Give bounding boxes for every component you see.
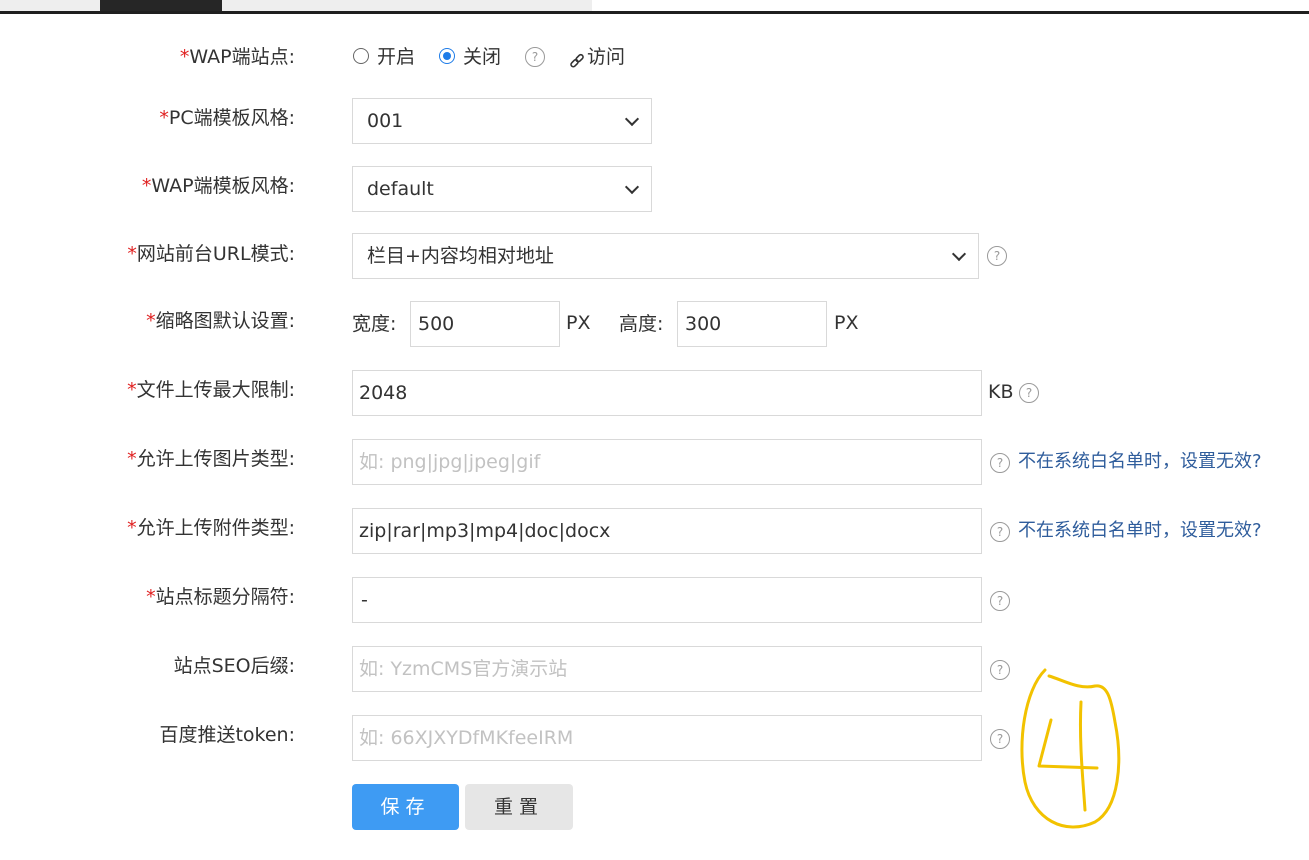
tab-underline — [0, 11, 1309, 14]
visit-link-text[interactable]: 访问 — [587, 46, 625, 68]
title-sep-label: *站点标题分隔符: — [146, 584, 295, 610]
help-icon[interactable]: ? — [987, 246, 1007, 266]
required-mark: * — [179, 46, 190, 68]
help-icon[interactable]: ? — [990, 729, 1010, 749]
required-mark: * — [146, 586, 156, 608]
baidu-token-label: 百度推送token: — [159, 724, 295, 746]
attach-types-tip[interactable]: 不在系统白名单时，设置无效? — [1018, 518, 1262, 544]
wap-site-on-radio[interactable] — [353, 48, 369, 64]
help-icon[interactable]: ? — [1019, 383, 1039, 403]
label-text: 文件上传最大限制: — [136, 379, 295, 401]
thumb-width-input[interactable]: 500 — [410, 301, 560, 347]
label-text: 允许上传附件类型: — [136, 517, 295, 539]
required-mark: * — [127, 517, 137, 539]
required-mark: * — [127, 448, 137, 470]
url-mode-select[interactable]: 栏目+内容均相对地址 — [352, 233, 979, 279]
link-icon — [569, 50, 585, 68]
label-text: PC端模板风格: — [168, 107, 295, 129]
help-icon[interactable]: ? — [990, 522, 1010, 542]
help-icon[interactable]: ? — [990, 591, 1010, 611]
top-tab-strip — [0, 0, 1309, 14]
wap-template-select[interactable]: default — [352, 166, 652, 212]
help-icon[interactable]: ? — [990, 453, 1010, 473]
chevron-down-icon — [624, 179, 640, 195]
required-mark: * — [127, 243, 137, 265]
chevron-down-icon — [951, 246, 967, 262]
label-text: WAP端站点: — [189, 46, 295, 68]
title-sep-input[interactable]: - — [352, 577, 982, 623]
chevron-down-icon — [624, 111, 640, 127]
label-text: 网站前台URL模式: — [136, 243, 295, 265]
attach-types-input[interactable]: zip|rar|mp3|mp4|doc|docx — [352, 508, 982, 554]
handwritten-annotation — [1020, 668, 1121, 829]
url-mode-value: 栏目+内容均相对地址 — [367, 245, 554, 267]
reset-button[interactable]: 重置 — [465, 784, 573, 830]
img-types-tip[interactable]: 不在系统白名单时，设置无效? — [1018, 449, 1262, 475]
pc-template-label: *PC端模板风格: — [159, 105, 295, 131]
wap-template-label: *WAP端模板风格: — [142, 173, 295, 199]
save-button[interactable]: 保存 — [352, 784, 459, 830]
img-types-label: *允许上传图片类型: — [127, 446, 295, 472]
thumb-height-label: 高度: — [619, 313, 664, 335]
label-text: 缩略图默认设置: — [155, 310, 295, 332]
img-types-input[interactable]: 如: png|jpg|jpeg|gif — [352, 439, 982, 485]
wap-site-label: *WAP端站点: — [180, 44, 295, 70]
wap-site-off-radio[interactable] — [439, 48, 455, 64]
thumb-width-unit: PX — [566, 312, 591, 334]
label-text: 允许上传图片类型: — [136, 448, 295, 470]
required-mark: * — [159, 107, 169, 129]
url-mode-label: *网站前台URL模式: — [127, 241, 295, 267]
attach-types-label: *允许上传附件类型: — [127, 515, 295, 541]
thumb-height-input[interactable]: 300 — [677, 301, 827, 347]
upload-max-label: *文件上传最大限制: — [127, 377, 295, 403]
upload-max-input[interactable]: 2048 — [352, 370, 982, 416]
label-text: WAP端模板风格: — [151, 175, 295, 197]
pc-template-select[interactable]: 001 — [352, 98, 652, 144]
wap-site-on-label[interactable]: 开启 — [377, 44, 415, 70]
visit-link[interactable]: 访问 — [569, 44, 625, 70]
pc-template-value: 001 — [367, 110, 404, 132]
upload-max-unit: KB — [988, 381, 1014, 403]
required-mark: * — [146, 310, 156, 332]
label-text: 站点标题分隔符: — [155, 586, 295, 608]
required-mark: * — [127, 379, 137, 401]
thumb-height-unit: PX — [834, 312, 859, 334]
wap-template-value: default — [367, 178, 434, 200]
help-icon[interactable]: ? — [990, 660, 1010, 680]
seo-suffix-input[interactable]: 如: YzmCMS官方演示站 — [352, 646, 982, 692]
thumb-label: *缩略图默认设置: — [146, 308, 295, 334]
seo-suffix-label: 站点SEO后缀: — [173, 655, 295, 677]
baidu-token-input[interactable]: 如: 66XJXYDfMKfeeIRM — [352, 715, 982, 761]
required-mark: * — [141, 175, 152, 197]
thumb-width-label: 宽度: — [352, 313, 397, 335]
help-icon[interactable]: ? — [525, 47, 545, 67]
wap-site-off-label[interactable]: 关闭 — [463, 44, 501, 70]
